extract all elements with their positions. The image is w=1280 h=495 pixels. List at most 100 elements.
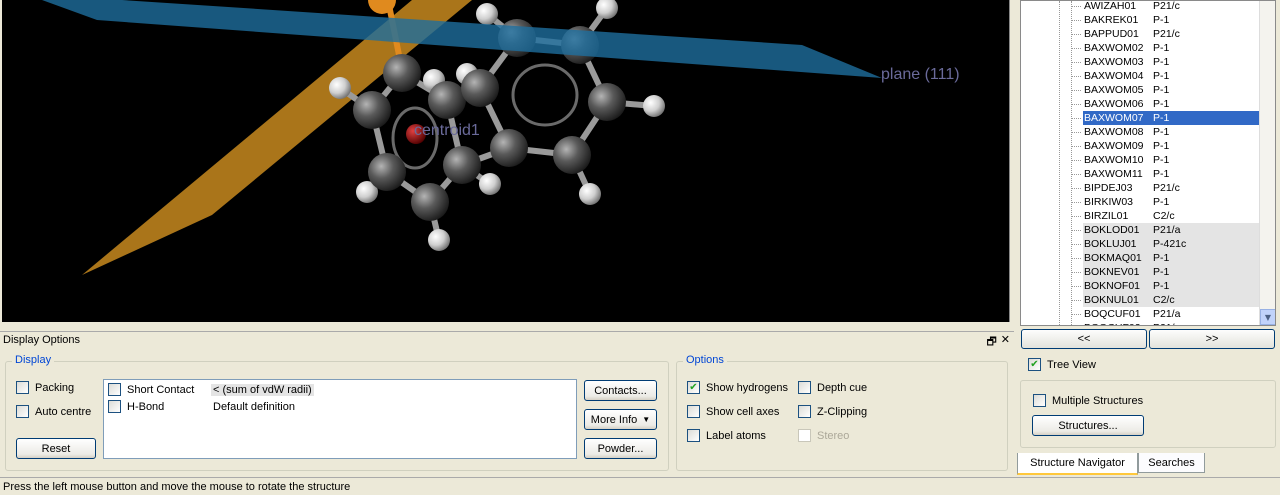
multiple-structures-checkbox[interactable] — [1033, 394, 1046, 407]
plane-label: plane (111) — [881, 66, 960, 83]
contact-checkbox[interactable] — [108, 383, 121, 396]
tree-row-spacegroup: P-1 — [1153, 14, 1170, 26]
tree-row-spacegroup: P-1 — [1153, 126, 1170, 138]
tree-row[interactable]: BOKLOD01 P21/a — [1071, 223, 1259, 237]
tree-row[interactable]: BAXWOM05 P-1 — [1071, 83, 1259, 97]
tree-row-refcode: BAXWOM07 — [1084, 112, 1144, 124]
tree-row[interactable]: AWIZAH01 P21/c — [1071, 1, 1259, 13]
tree-row[interactable]: BAXWOM09 P-1 — [1071, 139, 1259, 153]
structure-tree[interactable]: AWIZAH01 P21/c BAKREK01 P-1 BAPPUD01 P21/c BAX… — [1020, 0, 1276, 326]
list-item[interactable]: H-Bond Default definition — [108, 399, 297, 414]
z-clipping-row[interactable]: Z-Clipping — [798, 405, 867, 418]
tree-row[interactable]: BAXWOM04 P-1 — [1071, 69, 1259, 83]
tree-row[interactable]: BOKNOF01 P-1 — [1071, 279, 1259, 293]
show-hydrogens-row[interactable]: ✔ Show hydrogens — [687, 381, 788, 394]
tree-row-spacegroup: P21/c — [1153, 322, 1253, 325]
tree-row[interactable]: BAXWOM03 P-1 — [1071, 55, 1259, 69]
tree-row-refcode: BAXWOM11 — [1084, 168, 1143, 180]
next-button[interactable]: >> — [1149, 329, 1275, 349]
tree-row[interactable]: BAXWOM10 P-1 — [1071, 153, 1259, 167]
show-cell-axes-checkbox[interactable] — [687, 405, 700, 418]
tree-scrollbar[interactable]: ▼ — [1259, 1, 1275, 325]
packing-checkbox[interactable] — [16, 381, 29, 394]
tree-row[interactable]: BAPPUD01 P21/c — [1071, 27, 1259, 41]
tree-row-spacegroup: P21/c — [1153, 182, 1180, 194]
tree-row[interactable]: BAKREK01 P-1 — [1071, 13, 1259, 27]
multiple-structures-row[interactable]: Multiple Structures — [1033, 394, 1143, 407]
contact-checkbox[interactable] — [108, 400, 121, 413]
tree-row[interactable]: BOKNEV01 P-1 — [1071, 265, 1259, 279]
label-atoms-label: Label atoms — [706, 429, 766, 442]
tree-row-refcode: BOKNOF01 — [1084, 280, 1141, 292]
stereo-label: Stereo — [817, 429, 850, 442]
tree-row-refcode: BAKREK01 — [1084, 14, 1139, 26]
tree-view-checkbox-row[interactable]: ✔ Tree View — [1028, 358, 1096, 371]
z-clipping-label: Z-Clipping — [817, 405, 868, 418]
tab-searches[interactable]: Searches — [1138, 453, 1205, 473]
tree-row-spacegroup: P-1 — [1153, 252, 1170, 264]
show-cell-axes-row[interactable]: Show cell axes — [687, 405, 779, 418]
contact-list[interactable]: Short Contact < (sum of vdW radii) H-Bond D… — [103, 379, 577, 459]
auto-centre-checkbox[interactable] — [16, 405, 29, 418]
contact-name: Short Contact — [127, 383, 195, 396]
tree-row-refcode: BOKNUL01 — [1084, 294, 1139, 306]
tree-row[interactable]: BIRKIW03 P-1 — [1071, 195, 1259, 209]
depth-cue-row[interactable]: Depth cue — [798, 381, 867, 394]
tree-row[interactable]: BAXWOM08 P-1 — [1071, 125, 1259, 139]
tree-row[interactable]: BOQCUF01 P21/a — [1071, 307, 1259, 321]
tree-row[interactable]: BOQCUF02P21/c — [1083, 321, 1259, 325]
powder-button[interactable]: Powder... — [584, 438, 657, 459]
show-hydrogens-checkbox[interactable]: ✔ — [687, 381, 700, 394]
tree-row[interactable]: BOKMAQ01 P-1 — [1071, 251, 1259, 265]
tree-row[interactable]: BAXWOM06 P-1 — [1071, 97, 1259, 111]
tree-view-label: Tree View — [1047, 358, 1096, 371]
previous-button[interactable]: << — [1021, 329, 1147, 349]
centroid-label: centroid1 — [414, 122, 480, 139]
tree-row-refcode: BAXWOM05 — [1084, 84, 1144, 96]
display-options-header: Display Options 🗗 ✕ — [0, 331, 1014, 348]
depth-cue-checkbox[interactable] — [798, 381, 811, 394]
structures-button[interactable]: Structures... — [1032, 415, 1144, 436]
packing-label: Packing — [35, 381, 75, 394]
contacts-button[interactable]: Contacts... — [584, 380, 657, 401]
list-item[interactable]: Short Contact < (sum of vdW radii) — [108, 382, 314, 397]
tree-row-spacegroup: P-1 — [1153, 154, 1170, 166]
tree-row-refcode: BAXWOM10 — [1084, 154, 1144, 166]
tree-row-refcode: BAXWOM08 — [1084, 126, 1144, 138]
display-group-title: Display — [12, 354, 55, 366]
tree-row[interactable]: BIRZIL01 C2/c — [1071, 209, 1259, 223]
tree-row[interactable]: BAXWOM07 P-1 — [1071, 110, 1260, 126]
label-atoms-row[interactable]: Label atoms — [687, 429, 766, 442]
tree-row[interactable]: BIPDEJ03 P21/c — [1071, 181, 1259, 195]
tree-row[interactable]: BAXWOM11 P-1 — [1071, 167, 1259, 181]
tree-row-spacegroup: C2/c — [1153, 210, 1175, 222]
label-atoms-checkbox[interactable] — [687, 429, 700, 442]
z-clipping-checkbox[interactable] — [798, 405, 811, 418]
contact-name: H-Bond — [127, 400, 165, 413]
more-info-button[interactable]: More Info ▼ — [584, 409, 657, 430]
structures-group: Multiple Structures Structures... — [1020, 380, 1276, 448]
tree-row[interactable]: BOKLUJ01 P-421c — [1071, 237, 1259, 251]
tree-row-spacegroup: P21/a — [1153, 308, 1181, 320]
tree-row[interactable]: BAXWOM02 P-1 — [1071, 41, 1259, 55]
stereo-checkbox — [798, 429, 811, 442]
tree-row-refcode: BAXWOM09 — [1084, 140, 1144, 152]
tree-row-spacegroup: P-1 — [1153, 140, 1170, 152]
multiple-structures-label: Multiple Structures — [1052, 394, 1144, 407]
tab-structure-navigator[interactable]: Structure Navigator — [1017, 453, 1138, 475]
tree-row-refcode: BOKMAQ01 — [1084, 252, 1142, 264]
tree-row-spacegroup: P-1 — [1153, 266, 1170, 278]
depth-cue-label: Depth cue — [817, 381, 868, 394]
display-options-title: Display Options — [3, 333, 81, 346]
tree-view-checkbox[interactable]: ✔ — [1028, 358, 1041, 371]
dropdown-arrow-icon: ▼ — [642, 415, 651, 424]
scroll-down-icon[interactable]: ▼ — [1260, 309, 1275, 325]
auto-centre-row[interactable]: Auto centre — [16, 405, 91, 418]
packing-row[interactable]: Packing — [16, 381, 74, 394]
structure-viewport[interactable]: plane (111) centroid1 — [2, 0, 1010, 322]
reset-button[interactable]: Reset — [16, 438, 96, 459]
tree-row[interactable]: BOKNUL01 C2/c — [1071, 293, 1259, 307]
close-icon[interactable]: ✕ — [1001, 333, 1010, 352]
status-text: Press the left mouse button and move the… — [3, 480, 351, 493]
restore-icon[interactable]: 🗗 — [986, 333, 996, 352]
